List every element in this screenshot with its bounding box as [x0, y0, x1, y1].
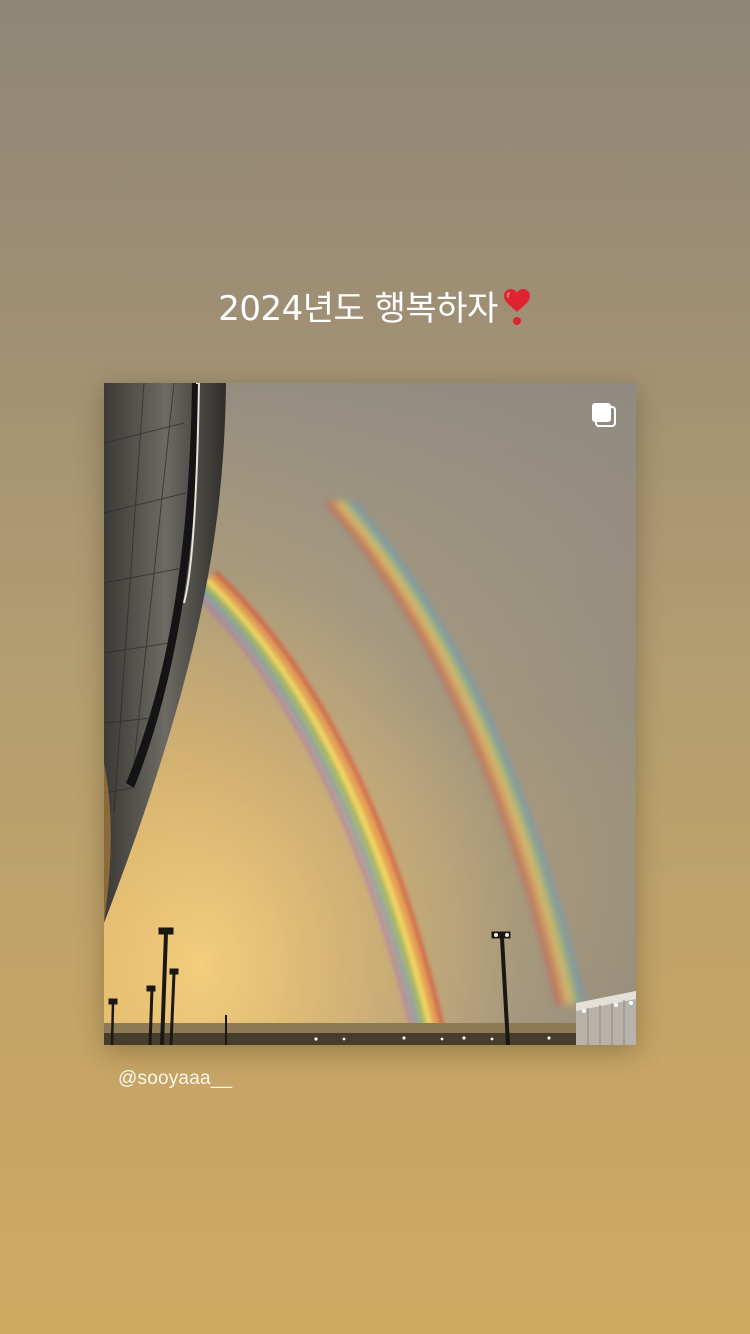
- caption-text: 2024년도 행복하자: [218, 289, 498, 329]
- shared-post-card[interactable]: [104, 383, 636, 1045]
- heart-exclamation-icon: [503, 289, 530, 325]
- multiple-images-icon: [592, 403, 616, 427]
- post-author-username[interactable]: @sooyaaa__: [118, 1068, 232, 1090]
- story-caption: 2024년도 행복하자: [0, 286, 750, 332]
- rainbow-photo: [104, 383, 636, 1045]
